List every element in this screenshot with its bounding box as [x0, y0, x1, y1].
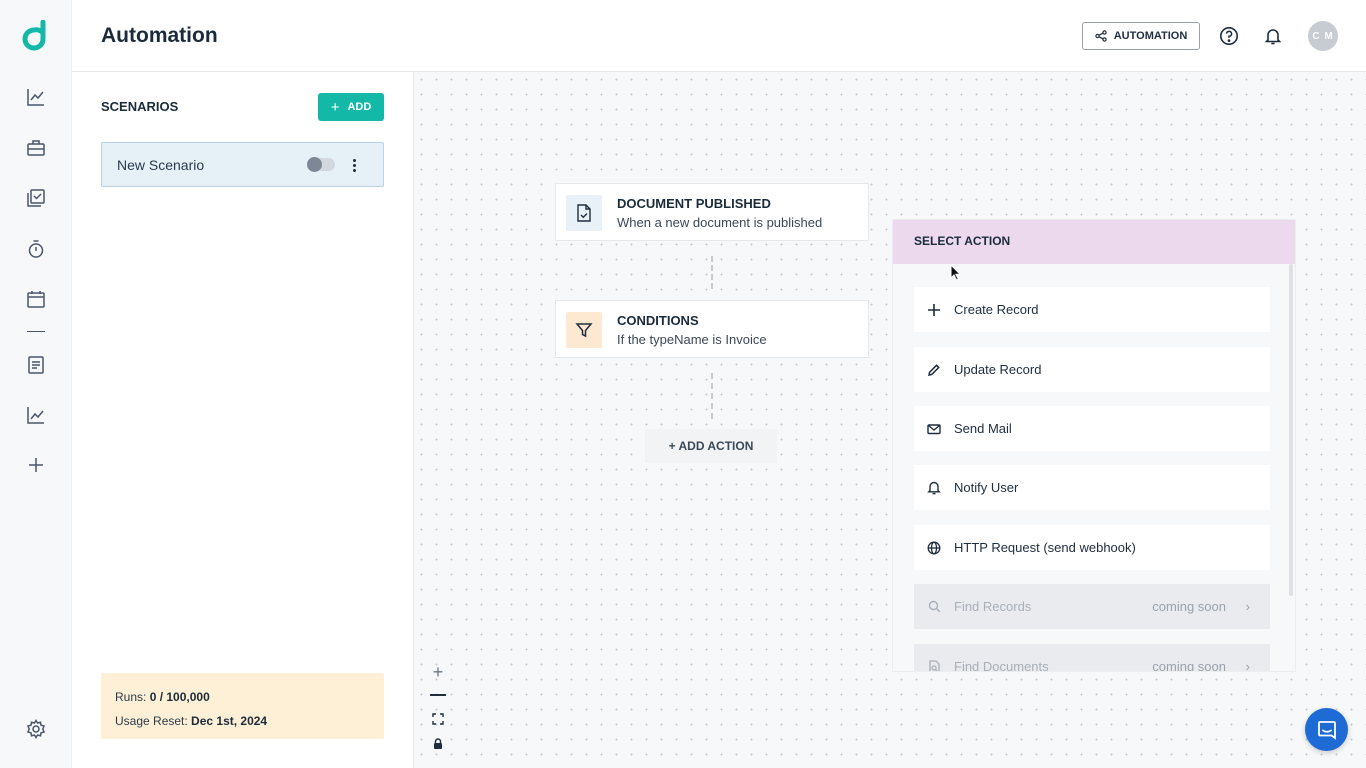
action-notify-user[interactable]: Notify User	[914, 465, 1270, 510]
workflow-canvas[interactable]: DOCUMENT PUBLISHED When a new document i…	[414, 72, 1366, 768]
share-nodes-icon	[1095, 30, 1107, 42]
conditions-node-title: CONDITIONS	[617, 313, 699, 328]
trigger-node-title: DOCUMENT PUBLISHED	[617, 196, 771, 211]
trigger-node[interactable]: DOCUMENT PUBLISHED When a new document i…	[555, 183, 869, 241]
coming-soon-badge: coming soon	[1152, 659, 1226, 672]
globe-icon	[914, 541, 954, 555]
lock-icon[interactable]	[427, 732, 449, 754]
chevron-right-icon: ›	[1245, 659, 1250, 672]
scenarios-title: SCENARIOS	[101, 99, 179, 114]
coming-soon-badge: coming soon	[1152, 599, 1226, 614]
fit-view-icon[interactable]	[427, 708, 449, 730]
chat-support-button[interactable]	[1305, 708, 1348, 751]
briefcase-icon[interactable]	[24, 136, 48, 160]
action-label: Send Mail	[954, 421, 1012, 436]
action-label: Create Record	[954, 302, 1039, 317]
runs-line: Runs: 0 / 100,000	[115, 690, 210, 704]
add-action-button[interactable]: + ADD ACTION	[645, 429, 777, 463]
scenarios-panel: SCENARIOS + ADD New Scenario Runs: 0 / 1…	[72, 72, 414, 768]
app-logo[interactable]	[22, 19, 52, 52]
document-check-icon	[566, 195, 602, 231]
plus-icon	[914, 303, 954, 317]
connector-line	[711, 373, 713, 419]
scenario-name: New Scenario	[117, 157, 205, 173]
user-avatar[interactable]: C M	[1308, 21, 1338, 51]
action-find-records: Find Records coming soon ›	[914, 584, 1270, 629]
action-label: Find Documents	[954, 659, 1049, 672]
action-label: Update Record	[954, 362, 1042, 377]
connector-line	[711, 256, 713, 289]
help-icon[interactable]	[1217, 24, 1241, 48]
document-icon[interactable]	[24, 353, 48, 377]
left-nav-rail	[0, 0, 72, 768]
chevron-right-icon: ›	[1245, 599, 1250, 614]
nav-divider	[27, 331, 45, 332]
checklist-icon[interactable]	[24, 186, 48, 210]
conditions-node-subtitle: If the typeName is Invoice	[617, 332, 767, 347]
notification-bell-icon[interactable]	[1261, 24, 1285, 48]
settings-gear-icon[interactable]	[24, 717, 48, 741]
runs-value: 0 / 100,000	[149, 690, 210, 704]
zoom-in-icon[interactable]: +	[427, 661, 449, 683]
zoom-out-icon[interactable]	[427, 684, 449, 706]
top-header: Automation AUTOMATION C M	[72, 0, 1366, 72]
trigger-node-subtitle: When a new document is published	[617, 215, 823, 230]
scenario-more-options-icon[interactable]	[350, 156, 358, 174]
add-scenario-button[interactable]: + ADD	[318, 93, 384, 121]
action-send-mail[interactable]: Send Mail	[914, 406, 1270, 451]
usage-reset-value: Dec 1st, 2024	[191, 714, 268, 728]
action-label: Find Records	[954, 599, 1032, 614]
analytics-icon[interactable]	[24, 403, 48, 427]
conditions-node[interactable]: CONDITIONS If the typeName is Invoice	[555, 300, 869, 358]
action-find-documents: Find Documents coming soon ›	[914, 644, 1270, 672]
select-action-popover: SELECT ACTION Create Record Update Recor…	[892, 219, 1296, 672]
action-http-request[interactable]: HTTP Request (send webhook)	[914, 525, 1270, 570]
scenario-item[interactable]: New Scenario	[101, 142, 384, 187]
popover-scrollbar[interactable]	[1289, 264, 1293, 596]
action-create-record[interactable]: Create Record	[914, 287, 1270, 332]
plus-icon[interactable]	[24, 453, 48, 477]
action-label: HTTP Request (send webhook)	[954, 540, 1136, 555]
document-search-icon	[914, 659, 954, 671]
page-title: Automation	[101, 24, 218, 47]
pencil-icon	[914, 363, 954, 377]
stopwatch-icon[interactable]	[24, 237, 48, 261]
add-scenario-label: ADD	[347, 101, 372, 113]
action-update-record[interactable]: Update Record	[914, 347, 1270, 392]
calendar-icon[interactable]	[24, 287, 48, 311]
select-action-title: SELECT ACTION	[893, 220, 1295, 264]
mouse-cursor	[950, 263, 962, 286]
usage-info-box: Runs: 0 / 100,000 Usage Reset: Dec 1st, …	[101, 673, 384, 739]
bell-icon	[914, 480, 954, 495]
chat-bubble-icon	[1317, 720, 1336, 740]
scenario-enable-toggle[interactable]	[307, 157, 335, 172]
automation-button-label: AUTOMATION	[1113, 30, 1188, 42]
dashboard-chart-icon[interactable]	[24, 85, 48, 109]
action-label: Notify User	[954, 480, 1019, 495]
usage-reset-line: Usage Reset: Dec 1st, 2024	[115, 714, 268, 728]
plus-icon: +	[330, 98, 340, 116]
automation-button[interactable]: AUTOMATION	[1082, 22, 1200, 50]
search-icon	[914, 600, 954, 613]
mail-icon	[914, 423, 954, 435]
filter-icon	[566, 312, 602, 348]
